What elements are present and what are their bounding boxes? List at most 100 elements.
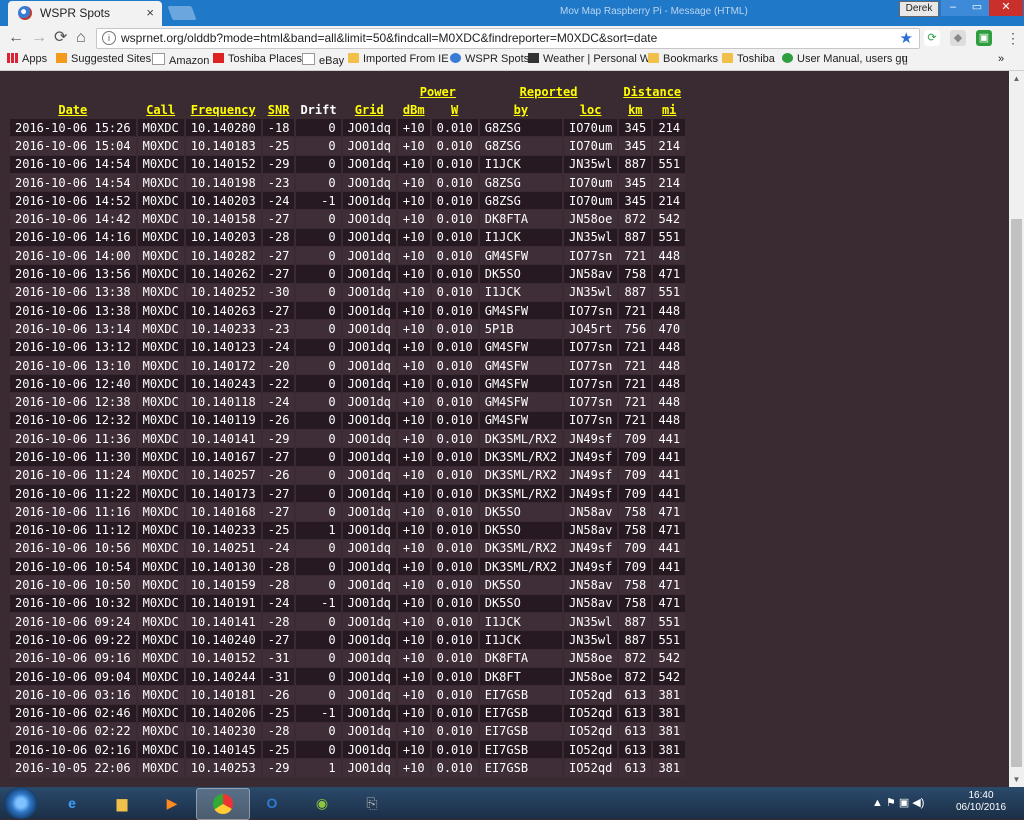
url-text[interactable]: wsprnet.org/olddb?mode=html&band=all&lim… [121,31,657,45]
bookmark-suggested-sites[interactable]: Suggested Sites [56,53,151,65]
sync-extension-icon[interactable]: ⟳ [924,30,940,46]
media-player-icon[interactable]: ▶ [146,788,198,818]
cell-reporter: GM4SFW [479,375,562,393]
bookmark-ebay[interactable]: eBay [302,53,344,67]
reported-group-header[interactable]: Reported [480,83,618,100]
bookmark-user-manual[interactable]: User Manual, users gu [782,53,908,65]
clock[interactable]: 16:40 06/10/2016 [946,790,1016,814]
cell-mi: 441 [653,484,686,503]
bookmarks-overflow-button[interactable]: » [998,53,1004,65]
cell-call: M0XDC [137,448,184,466]
cell-date: 2016-10-06 13:38 [10,301,136,320]
column-header-by[interactable]: by [480,101,562,118]
home-button[interactable]: ⌂ [76,28,86,48]
cell-drift: 0 [296,430,341,448]
cell-dbm: +10 [397,722,430,741]
table-row: 2016-10-06 09:22 M0XDC 10.140240 -27 0 JO01dq… [10,631,686,649]
network-app-icon[interactable]: ⎘ [346,788,398,818]
cell-snr: -28 [262,722,295,741]
cell-date: 2016-10-06 09:24 [10,613,136,631]
cell-dbm: +10 [397,741,430,759]
bookmark-toshiba[interactable]: Toshiba [722,53,775,65]
outlook-icon[interactable]: O [246,788,298,818]
column-header-date[interactable]: Date [10,101,136,118]
cell-reporter: I1JCK [479,155,562,173]
cell-km: 872 [619,649,652,667]
table-row: 2016-10-06 10:54 M0XDC 10.140130 -28 0 JO01dq… [10,558,686,576]
tab-title: WSPR Spots [40,6,111,20]
bookmark-weather[interactable]: Weather | Personal W [528,53,650,65]
start-button[interactable] [4,787,38,819]
distance-group-header[interactable]: Distance [619,83,685,100]
menu-icon[interactable]: ⋮ [1006,28,1020,48]
bookmark-apps[interactable]: Apps [7,53,47,65]
cell-reporter: DK3SML/RX2 [479,466,562,484]
cell-drift: 0 [296,210,341,228]
cell-w: 0.010 [431,192,478,210]
back-button[interactable]: ← [8,28,24,48]
bookmark-bookmarks[interactable]: Bookmarks [648,53,718,65]
column-header-frequency[interactable]: Frequency [186,101,261,118]
cell-mi: 441 [653,466,686,484]
system-tray[interactable]: ▲ ⚑ ▣ ◀) [872,796,924,809]
cell-date: 2016-10-06 15:04 [10,137,136,155]
cell-date: 2016-10-06 14:54 [10,155,136,173]
column-header-loc[interactable]: loc [564,101,617,118]
file-explorer-icon[interactable]: ▆ [96,788,148,818]
cell-date: 2016-10-06 10:50 [10,576,136,594]
power-group-header[interactable]: Power [398,83,478,100]
cell-drift: 0 [296,667,341,686]
cell-mi: 551 [653,283,686,301]
cell-drift: 0 [296,119,341,137]
cell-drift: 0 [296,338,341,356]
page-icon[interactable]: ▯ [902,53,908,66]
column-header-dbm[interactable]: dBm [398,101,430,118]
column-header-km[interactable]: km [619,101,651,118]
cell-km: 887 [619,283,652,301]
bookmark-wspr-spots[interactable]: WSPR Spots [450,53,529,65]
green-extension-icon[interactable]: ▣ [976,30,992,46]
cell-grid: JO01dq [342,228,396,247]
cell-locator: JN49sf [563,539,618,558]
eye-app-icon[interactable]: ◉ [296,788,348,818]
close-window-button[interactable]: ✕ [989,0,1023,16]
column-header-snr[interactable]: SNR [263,101,295,118]
info-icon[interactable]: i [102,31,116,45]
reload-button[interactable]: ⟳ [54,28,67,48]
column-header-mi[interactable]: mi [653,101,685,118]
bookmark-star-icon[interactable]: ★ [900,29,913,47]
cell-drift: 0 [296,265,341,283]
cell-w: 0.010 [431,759,478,777]
bookmark-imported-from-ie[interactable]: Imported From IE [348,53,449,65]
cell-frequency: 10.140130 [185,558,261,576]
maximize-button[interactable]: ▭ [965,0,989,16]
cell-locator: IO77sn [563,356,618,375]
scroll-down-arrow-icon[interactable]: ▼ [1009,772,1024,787]
vertical-scrollbar[interactable]: ▲ ▼ [1009,71,1024,787]
cell-locator: JO45rt [563,320,618,338]
scrollbar-thumb[interactable] [1011,219,1022,767]
cell-date: 2016-10-06 03:16 [10,686,136,704]
tab-close-button[interactable]: × [146,5,154,20]
bookmark-toshiba-places[interactable]: Toshiba Places [213,53,302,65]
column-header-grid[interactable]: Grid [343,101,396,118]
new-tab-button[interactable] [167,6,197,20]
cell-date: 2016-10-06 09:16 [10,649,136,667]
bookmark-amazon[interactable]: Amazon [152,53,209,67]
cell-w: 0.010 [431,137,478,155]
internet-explorer-icon[interactable]: e [46,788,98,818]
address-bar[interactable]: i wsprnet.org/olddb?mode=html&band=all&l… [96,28,920,49]
cell-mi: 551 [653,155,686,173]
column-header-call[interactable]: Call [138,101,184,118]
taskbar: e ▆ ▶ O ◉ ⎘ ▲ ⚑ ▣ ◀) 16:40 06/10/2016 [0,787,1024,820]
cell-snr: -24 [262,594,295,613]
chrome-taskbar-icon[interactable] [196,788,250,820]
column-header-w[interactable]: W [432,101,478,118]
scroll-up-arrow-icon[interactable]: ▲ [1009,71,1024,86]
shield-extension-icon[interactable]: ◆ [950,30,966,46]
user-profile-button[interactable]: Derek [899,1,939,17]
minimize-button[interactable]: – [941,0,965,16]
cell-w: 0.010 [431,247,478,265]
tab-wspr-spots[interactable]: WSPR Spots × [8,1,162,26]
forward-button[interactable]: → [31,28,47,48]
